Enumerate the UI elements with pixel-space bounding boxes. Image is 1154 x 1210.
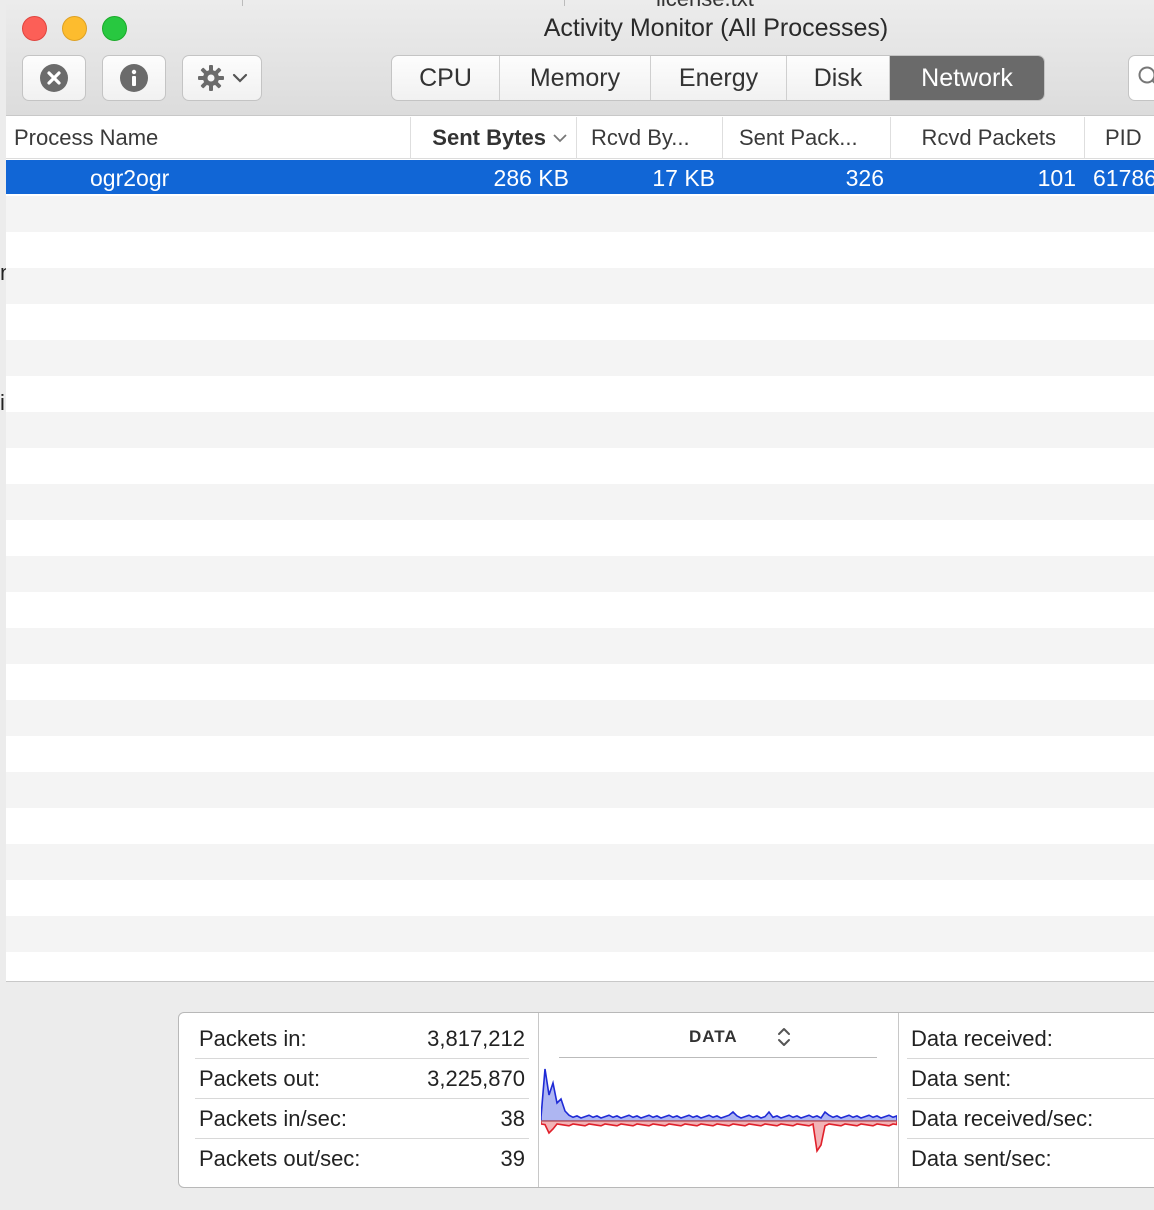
column-header-label: Rcvd Packets <box>921 125 1057 150</box>
stat-label: Data sent/sec: <box>911 1146 1052 1171</box>
stat-value: 39 <box>500 1146 525 1171</box>
stat-value: 3,225,870 <box>427 1066 525 1091</box>
process-table: ogr2ogr 286 KB 17 KB 326 101 61786 <box>6 159 1154 981</box>
background-divider <box>242 0 243 6</box>
column-header-process-name[interactable]: Process Name <box>6 117 411 159</box>
empty-row <box>6 196 1154 232</box>
graph-title: DATA <box>689 1027 738 1046</box>
search-icon <box>1138 66 1154 84</box>
column-header-rcvd-packets[interactable]: Rcvd Packets <box>891 117 1085 159</box>
empty-row <box>6 484 1154 520</box>
column-header-sent-packets[interactable]: Sent Pack... <box>723 117 891 159</box>
stat-label: Packets out: <box>199 1066 321 1091</box>
stat-value: 38 <box>500 1106 525 1131</box>
table-row[interactable]: ogr2ogr 286 KB 17 KB 326 101 61786 <box>6 160 1154 194</box>
column-header-label: Rcvd By... <box>591 125 690 150</box>
info-icon <box>120 64 148 92</box>
tab-memory[interactable]: Memory <box>500 56 651 100</box>
stat-label: Packets out/sec: <box>199 1146 361 1171</box>
action-menu-button[interactable] <box>182 55 262 101</box>
column-header-label: Process Name <box>14 125 159 150</box>
panel-divider <box>898 1013 899 1187</box>
search-field[interactable] <box>1128 55 1154 101</box>
tab-cpu[interactable]: CPU <box>392 56 500 100</box>
up-down-chevron-icon <box>777 1028 790 1046</box>
x-circle-icon <box>40 64 68 92</box>
gear-icon <box>198 65 224 91</box>
tab-network[interactable]: Network <box>890 56 1044 100</box>
stop-process-button[interactable] <box>22 55 86 101</box>
background-divider <box>564 0 565 6</box>
sent-data-area <box>541 1120 897 1154</box>
rcvd-packets-cell: 101 <box>1037 165 1076 191</box>
column-header-rcvd-bytes[interactable]: Rcvd By... <box>577 117 723 159</box>
column-header-label: PID <box>1105 125 1142 150</box>
background-window-text: license.txt <box>656 0 754 12</box>
stat-label: Packets in/sec: <box>199 1106 347 1131</box>
network-summary-area: Packets in: 3,817,212 Packets out: 3,225… <box>6 981 1154 1210</box>
inspect-process-button[interactable] <box>102 55 166 101</box>
empty-row <box>6 844 1154 880</box>
chevron-down-icon <box>232 73 248 83</box>
window-title: Activity Monitor (All Processes) <box>543 14 889 42</box>
column-header-label: Sent Bytes <box>432 125 546 150</box>
tab-energy[interactable]: Energy <box>651 56 787 100</box>
sort-descending-icon <box>553 134 567 143</box>
toolbar: license.txt Activity Monitor (All Proces… <box>6 0 1154 116</box>
stat-value: 3,817,212 <box>427 1026 525 1051</box>
column-header-sent-bytes[interactable]: Sent Bytes <box>411 117 577 159</box>
column-header-pid[interactable]: PID <box>1085 117 1154 159</box>
empty-row <box>6 412 1154 448</box>
sent-packets-cell: 326 <box>845 165 884 191</box>
empty-row <box>6 916 1154 952</box>
desktop-edge-char: i <box>0 390 5 415</box>
stat-label: Data sent: <box>911 1066 1012 1091</box>
activity-monitor-window: license.txt Activity Monitor (All Proces… <box>6 0 1154 1210</box>
empty-row <box>6 772 1154 808</box>
panel-divider <box>538 1013 539 1187</box>
stat-label: Data received/sec: <box>911 1106 1094 1131</box>
pid-cell: 61786 <box>1093 165 1154 191</box>
rcvd-bytes-cell: 17 KB <box>652 165 715 191</box>
data-graph-mode-selector[interactable]: DATA <box>689 1025 792 1049</box>
stat-label: Packets in: <box>199 1026 307 1051</box>
stat-label: Data received: <box>911 1026 1053 1051</box>
tab-disk[interactable]: Disk <box>787 56 890 100</box>
network-data-graph <box>541 1068 897 1154</box>
empty-row <box>6 268 1154 304</box>
empty-row <box>6 628 1154 664</box>
column-header-label: Sent Pack... <box>739 125 858 150</box>
sent-bytes-cell: 286 KB <box>493 165 569 191</box>
network-summary-panel: Packets in: 3,817,212 Packets out: 3,225… <box>178 1012 1154 1188</box>
table-header: Process Name Sent Bytes Rcvd By... Sent … <box>6 117 1154 159</box>
empty-row <box>6 700 1154 736</box>
process-name-cell: ogr2ogr <box>90 165 170 191</box>
received-data-area <box>541 1068 897 1122</box>
empty-row <box>6 556 1154 592</box>
category-tabs: CPU Memory Energy Disk Network <box>391 55 1045 101</box>
empty-row <box>6 340 1154 376</box>
